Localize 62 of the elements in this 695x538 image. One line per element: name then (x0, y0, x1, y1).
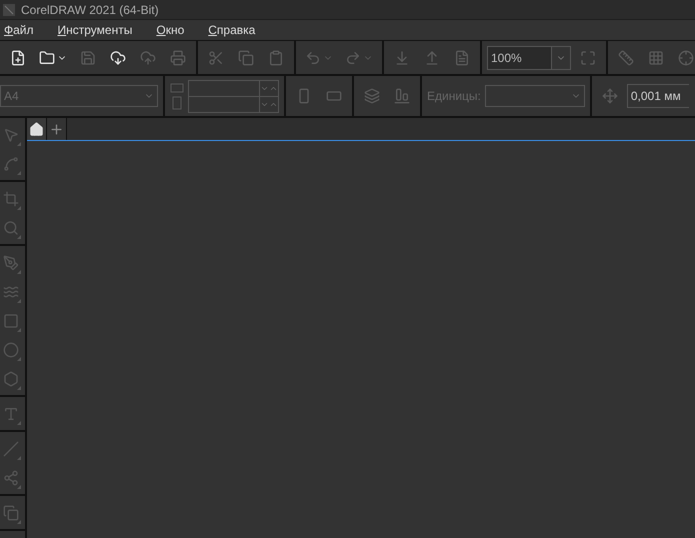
line-icon (3, 440, 19, 456)
save-icon (80, 50, 96, 66)
rectangle-icon (3, 312, 19, 328)
crosshair-icon (678, 50, 694, 66)
pointer-icon (3, 126, 19, 142)
flyout-corner-icon (17, 520, 21, 524)
page-dimensions-icon (170, 81, 184, 111)
folder-icon (39, 50, 55, 66)
units-select[interactable] (484, 85, 585, 107)
zoom-field[interactable]: 100% (487, 46, 571, 70)
clipboard-icon (268, 50, 284, 66)
home-tab[interactable] (27, 118, 47, 140)
flyout-corner-icon (17, 171, 21, 175)
menu-item[interactable]: Окно (156, 23, 184, 37)
undo-icon (305, 50, 321, 66)
overlap-icon (3, 504, 19, 520)
fullscreen-icon (580, 50, 596, 66)
wave-icon (3, 284, 19, 300)
cloud-download-icon (110, 50, 126, 66)
flyout-corner-icon (17, 235, 21, 239)
export-icon (424, 50, 440, 66)
menu-item[interactable]: Файл (4, 23, 34, 37)
zoom-icon (3, 220, 19, 236)
flyout-corner-icon (17, 142, 21, 146)
redo-icon (345, 50, 361, 66)
home-icon (29, 122, 44, 136)
new-document-icon (10, 50, 26, 66)
menu-item[interactable]: Справка (208, 23, 256, 37)
layers-icon (364, 88, 380, 104)
menu-item[interactable]: Инструменты (58, 23, 132, 37)
flyout-corner-icon (17, 328, 21, 332)
move-icon (602, 88, 618, 104)
pen-icon (3, 254, 19, 270)
hexagon-icon (3, 370, 19, 386)
app-logo-icon (3, 4, 15, 16)
text-icon (3, 406, 19, 422)
flyout-corner-icon (17, 386, 21, 390)
connector-icon (3, 470, 19, 486)
flyout-corner-icon (17, 485, 21, 489)
add-tab[interactable] (47, 118, 67, 140)
flyout-corner-icon (17, 421, 21, 425)
nudge-field[interactable]: 0,001 мм (626, 84, 689, 108)
ruler-icon (618, 50, 634, 66)
ellipse-icon (3, 342, 19, 358)
flyout-corner-icon (17, 357, 21, 361)
document-icon (454, 50, 470, 66)
page-size-fields[interactable] (188, 80, 279, 112)
curve-icon (3, 156, 19, 172)
printer-icon (170, 50, 186, 66)
window-title: CorelDRAW 2021 (64-Bit) (21, 2, 159, 16)
plus-icon (49, 122, 64, 136)
copy-icon (238, 50, 254, 66)
scissors-icon (208, 50, 224, 66)
cloud-upload-icon (140, 50, 156, 66)
grid-icon (648, 50, 664, 66)
import-icon (394, 50, 410, 66)
flyout-corner-icon (17, 206, 21, 210)
crop-icon (3, 190, 19, 206)
flyout-corner-icon (17, 456, 21, 460)
flyout-corner-icon (17, 270, 21, 274)
flyout-corner-icon (17, 299, 21, 303)
align-icon (394, 88, 410, 104)
